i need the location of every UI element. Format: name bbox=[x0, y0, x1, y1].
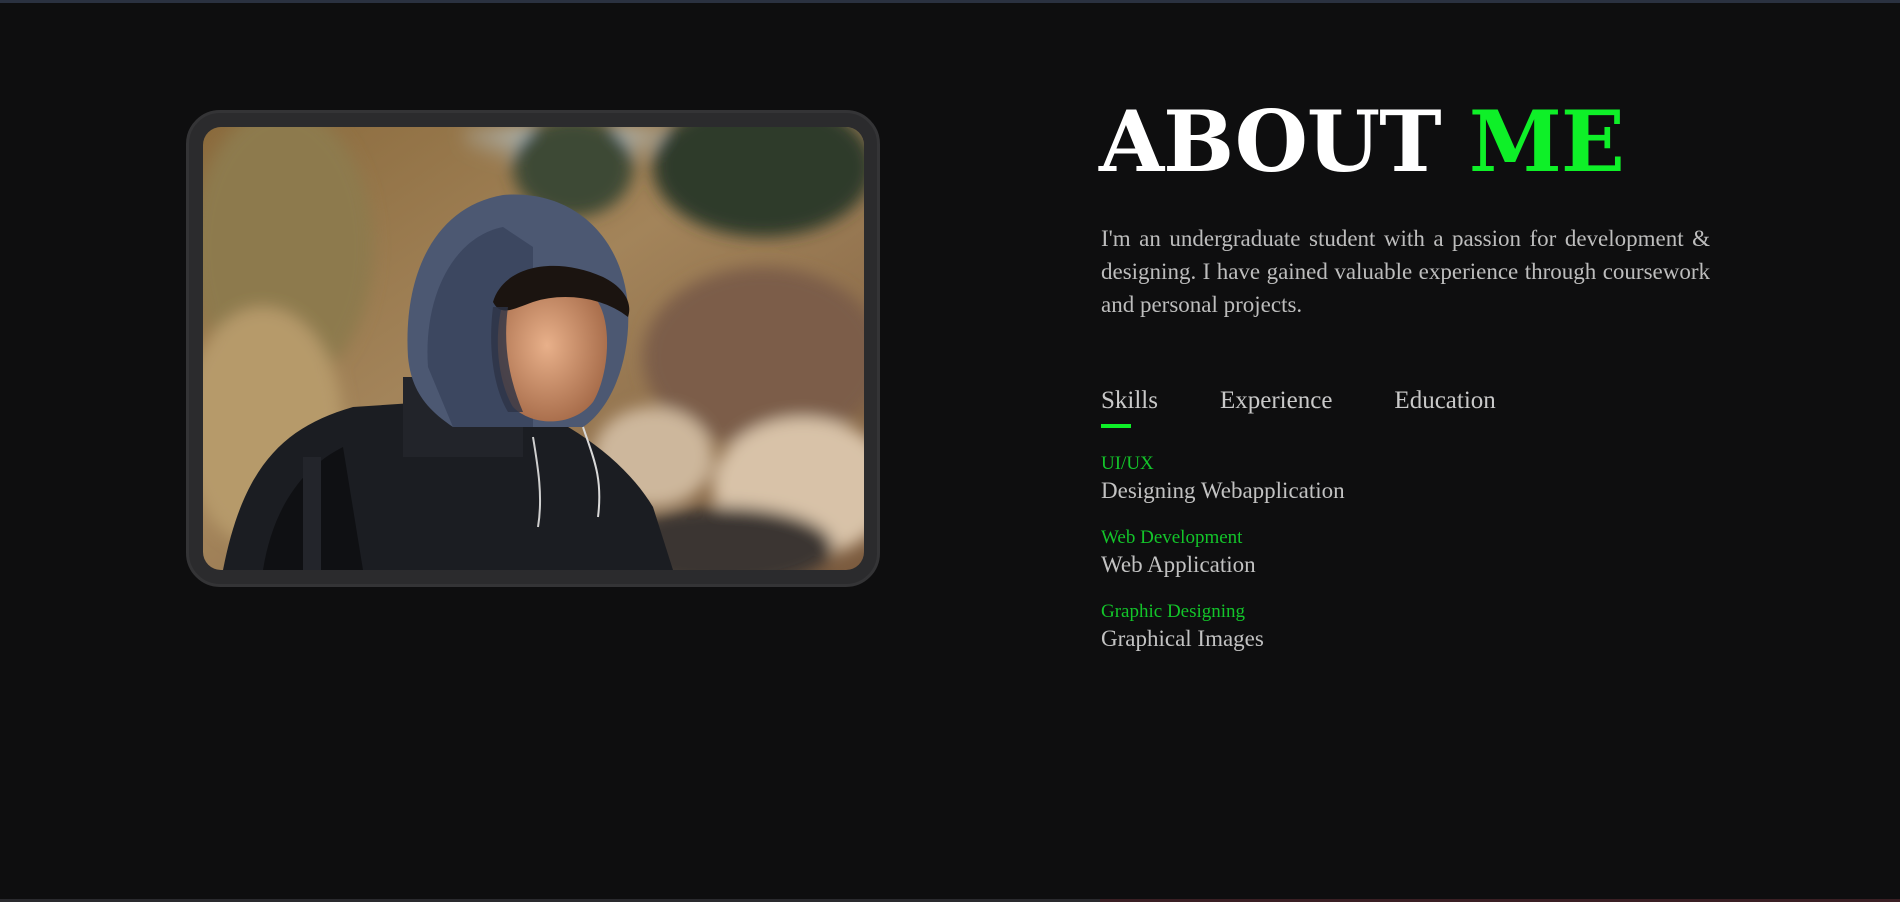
skill-description: Web Application bbox=[1101, 552, 1256, 577]
about-tabs: Skills Experience Education bbox=[1101, 384, 1496, 418]
page-title: ABOUT ME bbox=[1099, 92, 1625, 192]
intro-paragraph: I'm an undergraduate student with a pass… bbox=[1101, 226, 1710, 317]
tab-skills[interactable]: Skills bbox=[1101, 384, 1158, 418]
skill-category: UI/UX bbox=[1101, 453, 1154, 474]
skill-category: Web Development bbox=[1101, 527, 1243, 548]
skill-description: Graphical Images bbox=[1101, 626, 1264, 651]
list-item: UI/UX Designing Webapplication bbox=[1101, 452, 1345, 506]
skills-list: UI/UX Designing Webapplication Web Devel… bbox=[1101, 452, 1345, 674]
skill-category: Graphic Designing bbox=[1101, 601, 1246, 622]
profile-photo-frame bbox=[186, 110, 880, 587]
tab-experience[interactable]: Experience bbox=[1220, 384, 1332, 418]
tab-education[interactable]: Education bbox=[1394, 384, 1495, 418]
active-tab-indicator bbox=[1101, 424, 1131, 428]
list-item: Graphic Designing Graphical Images bbox=[1101, 600, 1345, 654]
page-title-main: ABOUT bbox=[1099, 92, 1442, 191]
skill-description: Designing Webapplication bbox=[1101, 478, 1345, 503]
top-border bbox=[0, 0, 1900, 3]
list-item: Web Development Web Application bbox=[1101, 526, 1345, 580]
page-title-accent: ME bbox=[1468, 92, 1625, 191]
profile-photo bbox=[203, 127, 864, 570]
